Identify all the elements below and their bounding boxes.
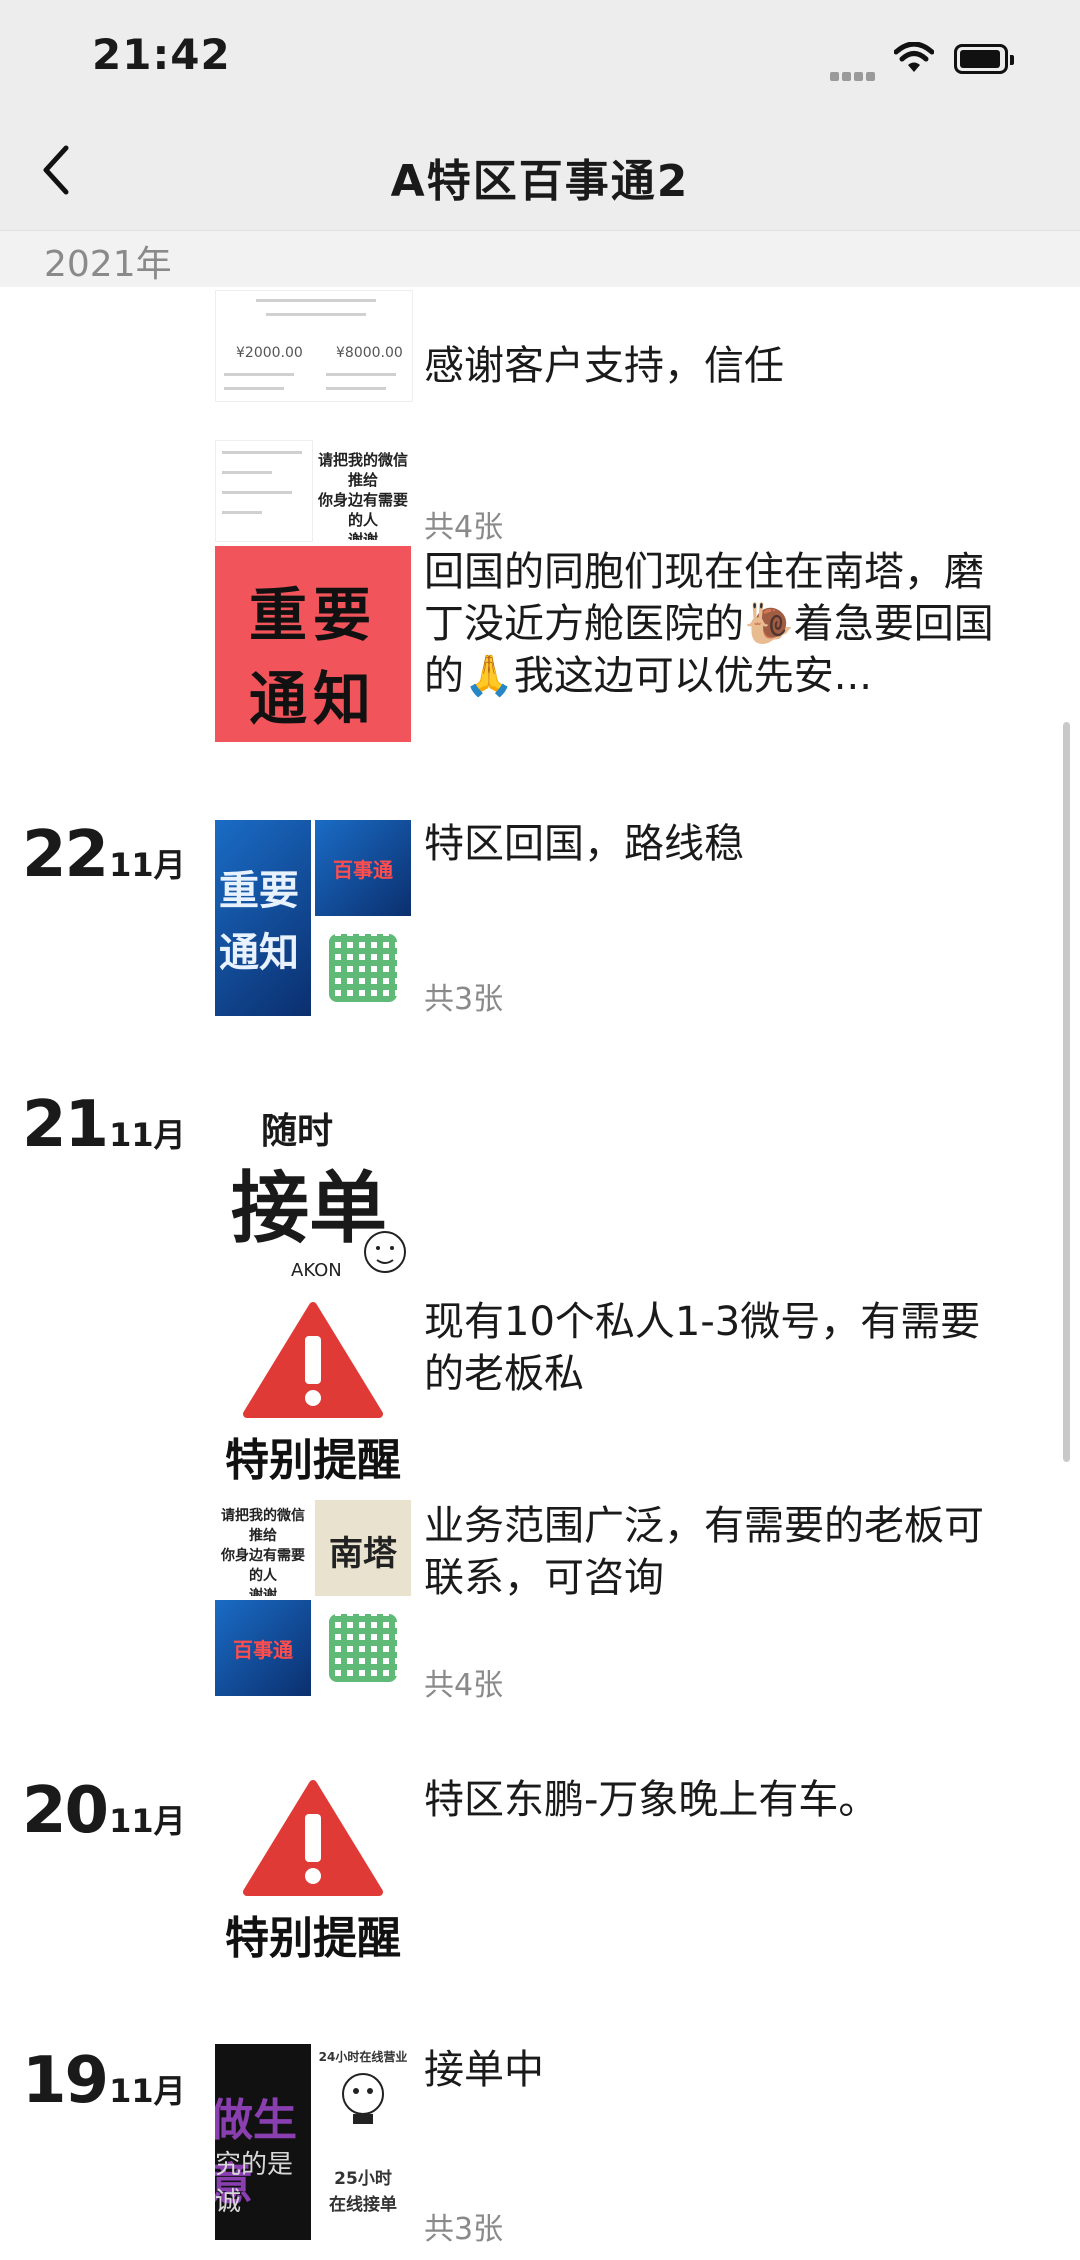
signal-icon <box>830 66 878 81</box>
image-text: 南塔 <box>329 1534 397 1574</box>
date-day: 20 <box>22 1774 109 1848</box>
cartoon-image: 24小时在线营业 <box>315 2044 411 2140</box>
business-image: 做生意 究的是诚 <box>215 2044 311 2240</box>
receipt-amount: ¥2000.00 <box>236 345 303 361</box>
post-caption: 现有10个私人1-3微号，有需要的老板私 <box>424 1299 981 1397</box>
post-date: 2111月 <box>22 1088 186 1162</box>
top-bar: 21:42 A特区百事通2 <box>0 0 1080 230</box>
date-month: 11月 <box>109 1802 186 1840</box>
notice-image: 重要 通知 <box>215 820 311 1016</box>
south-tower-image: 南塔 <box>315 1500 411 1596</box>
post-date: 2011月 <box>22 1774 186 1848</box>
date-month: 11月 <box>109 1116 186 1154</box>
notice-text: 通知 <box>248 665 377 733</box>
date-day: 19 <box>22 2044 109 2118</box>
year-header: 2021年 <box>0 230 1080 287</box>
image-count: 共4张 <box>424 510 504 545</box>
post-caption: 业务范围广泛，有需要的老板可联系，可咨询 <box>424 1503 984 1601</box>
promo-text: 请把我的微信 推给 你身边有需要的人 谢谢 <box>221 1508 305 1596</box>
post-thumbnail[interactable]: 重要 通知 百事通 <box>215 820 411 1016</box>
post-thumbnail[interactable]: 做生意 究的是诚 24小时在线营业 25小时 在线接单 <box>215 2044 411 2240</box>
post-thumbnail[interactable]: 随时 接单 AKON <box>215 1088 411 1284</box>
status-time: 21:42 <box>92 30 231 79</box>
wifi-icon <box>894 42 934 72</box>
cartoon-face-icon <box>364 1231 406 1273</box>
battery-icon <box>954 44 1014 74</box>
notice-image: 重要 通知 <box>215 546 411 742</box>
brand-image: 百事通 <box>315 820 411 916</box>
warning-text: 特别提醒 <box>225 1435 401 1486</box>
warning-image: 特别提醒 <box>215 1774 411 1970</box>
image-count: 共3张 <box>424 982 504 1017</box>
image-count: 共4张 <box>424 1668 504 1703</box>
qr-code-image <box>315 1600 411 1696</box>
receipt-image: ¥2000.00 ¥8000.00 <box>215 290 413 402</box>
post-caption: 特区东鹏-万象晚上有车。 <box>424 1777 879 1823</box>
wechat-promo-image: 请把我的微信 推给 你身边有需要的人 谢谢 <box>215 1500 311 1596</box>
page-title: A特区百事通2 <box>390 156 690 207</box>
receipt-amount: ¥8000.00 <box>336 345 403 361</box>
post-thumbnail[interactable]: ¥2000.00 ¥8000.00 <box>215 290 413 402</box>
post-thumbnail[interactable]: 重要 通知 <box>215 546 411 742</box>
warning-triangle-icon <box>243 1780 383 1896</box>
post-caption: 接单中 <box>424 2047 544 2093</box>
image-count: 共3张 <box>424 2212 504 2247</box>
notice-text: 重要 <box>248 581 377 649</box>
date-month: 11月 <box>109 2072 186 2110</box>
image-text: 24小时在线营业 <box>318 2050 408 2064</box>
post-thumbnail[interactable]: 特别提醒 <box>215 1774 411 1970</box>
screenshot-image <box>215 440 313 542</box>
post-caption: 感谢客户支持，信任 <box>424 343 784 389</box>
date-day: 21 <box>22 1088 109 1162</box>
post-thumbnail[interactable]: 请把我的微信 推给 你身边有需要的人 谢谢 南塔 百事通 <box>215 1500 411 1696</box>
image-text: 究的是诚 <box>215 2150 294 2217</box>
date-day: 22 <box>22 818 109 892</box>
brand-image: 百事通 <box>215 1600 311 1696</box>
promo-text: 请把我的微信 推给 你身边有需要的人 谢谢 <box>317 451 408 540</box>
image-text: 25小时 在线接单 <box>329 2169 397 2215</box>
post-caption: 回国的同胞们现在住在南塔，磨丁没近方舱医院的🐌着急要回国的🙏我这边可以优先安..… <box>424 549 994 699</box>
order-image: 25小时 在线接单 <box>315 2144 411 2240</box>
order-image: 随时 接单 AKON <box>215 1088 411 1284</box>
post-caption: 特区回国，路线稳 <box>424 821 744 867</box>
post-thumbnail[interactable]: 请把我的微信 推给 你身边有需要的人 谢谢 <box>215 440 411 542</box>
notice-text: 重要 通知 <box>219 868 299 976</box>
qr-code-image <box>315 920 411 1016</box>
year-label: 2021年 <box>44 244 172 285</box>
post-date: 2211月 <box>22 818 186 892</box>
warning-text: 特别提醒 <box>225 1913 401 1964</box>
brand-text: 百事通 <box>233 1638 293 1662</box>
post-date: 1911月 <box>22 2044 186 2118</box>
warning-image: 特别提醒 <box>215 1296 411 1492</box>
wechat-promo-image: 请把我的微信 推给 你身边有需要的人 谢谢 <box>315 440 411 540</box>
post-thumbnail[interactable]: 特别提醒 <box>215 1296 411 1492</box>
date-month: 11月 <box>109 846 186 884</box>
cartoon-face-icon <box>342 2073 384 2124</box>
brand-text: 百事通 <box>333 858 393 882</box>
signature-text: AKON <box>291 1260 342 1281</box>
warning-triangle-icon <box>243 1302 383 1418</box>
scrollbar[interactable] <box>1063 722 1070 1462</box>
